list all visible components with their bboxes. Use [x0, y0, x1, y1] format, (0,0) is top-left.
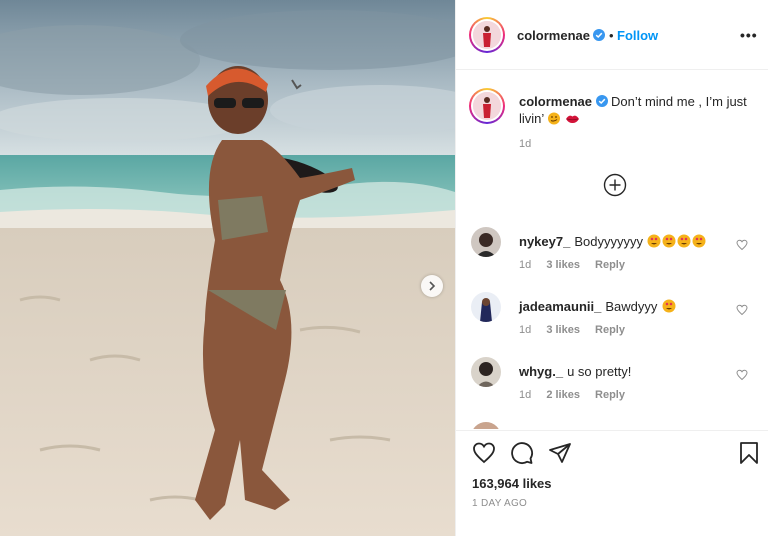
comment-text: nykey7_ Bodyyyyyyy — [519, 233, 729, 250]
reply-button[interactable]: Reply — [595, 389, 625, 401]
comment-likes[interactable]: 2 likes — [546, 389, 580, 401]
comment-timestamp[interactable]: 1d — [519, 324, 531, 336]
caption-username[interactable]: colormenae — [519, 94, 592, 109]
lips-emoji-icon — [566, 115, 580, 124]
comment-item: jadeamaunii_ Bawdyyy 1d 3 likes Reply — [456, 292, 768, 352]
comment-body: Bawdyyy — [605, 299, 658, 314]
load-more-plus-icon[interactable] — [603, 173, 627, 197]
smirk-emoji-icon — [548, 112, 561, 125]
heart-eyes-emoji-icon — [647, 234, 706, 248]
heart-icon[interactable] — [736, 239, 748, 251]
more-options-icon[interactable]: ••• — [740, 27, 758, 43]
avatar-photo-icon — [471, 227, 501, 257]
heart-icon[interactable] — [736, 369, 748, 381]
verified-badge-icon — [595, 95, 608, 107]
comment-text: jadeamaunii_ Bawdyyy — [519, 298, 729, 315]
comment-item: nykey7_ Bodyyyyyyy 1d 3 likes Reply — [456, 227, 768, 287]
comment-avatar[interactable] — [471, 422, 501, 429]
heart-icon[interactable] — [736, 304, 748, 316]
heart-eyes-emoji-icon — [662, 299, 676, 313]
account-username[interactable]: colormenae — [517, 28, 590, 43]
comment-avatar[interactable] — [471, 357, 501, 387]
next-photo-button[interactable] — [421, 275, 443, 297]
comment-icon[interactable] — [510, 441, 534, 465]
avatar-photo-icon — [471, 357, 501, 387]
beach-photo-illustration — [0, 0, 455, 536]
avatar-photo-icon — [471, 292, 501, 322]
post-photo[interactable] — [0, 0, 455, 536]
reply-button[interactable]: Reply — [595, 324, 625, 336]
comment-item-partial — [456, 422, 768, 429]
comment-username[interactable]: jadeamaunii_ — [519, 299, 601, 314]
separator-dot: • — [609, 28, 614, 43]
comment-likes[interactable]: 3 likes — [546, 324, 580, 336]
comment-text: whyg._ u so pretty! — [519, 363, 729, 380]
comment-avatar[interactable] — [471, 227, 501, 257]
comment-body: Bodyyyyyyy — [574, 234, 643, 249]
account-avatar[interactable] — [469, 17, 505, 53]
comment-username[interactable]: whyg._ — [519, 364, 563, 379]
avatar-figure-icon — [473, 92, 501, 120]
caption-timestamp[interactable]: 1d — [519, 138, 531, 150]
follow-button[interactable]: Follow — [617, 28, 658, 43]
comment-username[interactable]: nykey7_ — [519, 234, 570, 249]
share-icon[interactable] — [548, 441, 572, 465]
verified-badge-icon — [593, 29, 605, 41]
comment-avatar[interactable] — [471, 292, 501, 322]
reply-button[interactable]: Reply — [595, 259, 625, 271]
post-date[interactable]: 1 DAY AGO — [472, 498, 527, 509]
likes-count[interactable]: 163,964 likes — [472, 476, 552, 491]
comment-meta: 1d 3 likes Reply — [519, 259, 637, 271]
chevron-right-icon — [429, 281, 436, 291]
avatar-figure-icon — [473, 21, 501, 49]
comment-meta: 1d 2 likes Reply — [519, 389, 637, 401]
caption-text: colormenae Don’t mind me , I’m just livin… — [519, 93, 749, 127]
bookmark-icon[interactable] — [737, 441, 761, 465]
comments-section: colormenae Don’t mind me , I’m just livin… — [456, 71, 768, 429]
comment-timestamp[interactable]: 1d — [519, 389, 531, 401]
post-actions: 163,964 likes 1 DAY AGO — [456, 430, 768, 536]
comment-body: u so pretty! — [567, 364, 632, 379]
caption-avatar[interactable] — [469, 88, 505, 124]
comment-meta: 1d 3 likes Reply — [519, 324, 637, 336]
comment-timestamp[interactable]: 1d — [519, 259, 531, 271]
comment-item: whyg._ u so pretty! 1d 2 likes Reply — [456, 357, 768, 417]
post-header: colormenae • Follow ••• — [456, 0, 768, 70]
comment-likes[interactable]: 3 likes — [546, 259, 580, 271]
heart-icon[interactable] — [472, 441, 496, 465]
post-details-panel: colormenae • Follow ••• colormenae Don’t … — [455, 0, 768, 536]
